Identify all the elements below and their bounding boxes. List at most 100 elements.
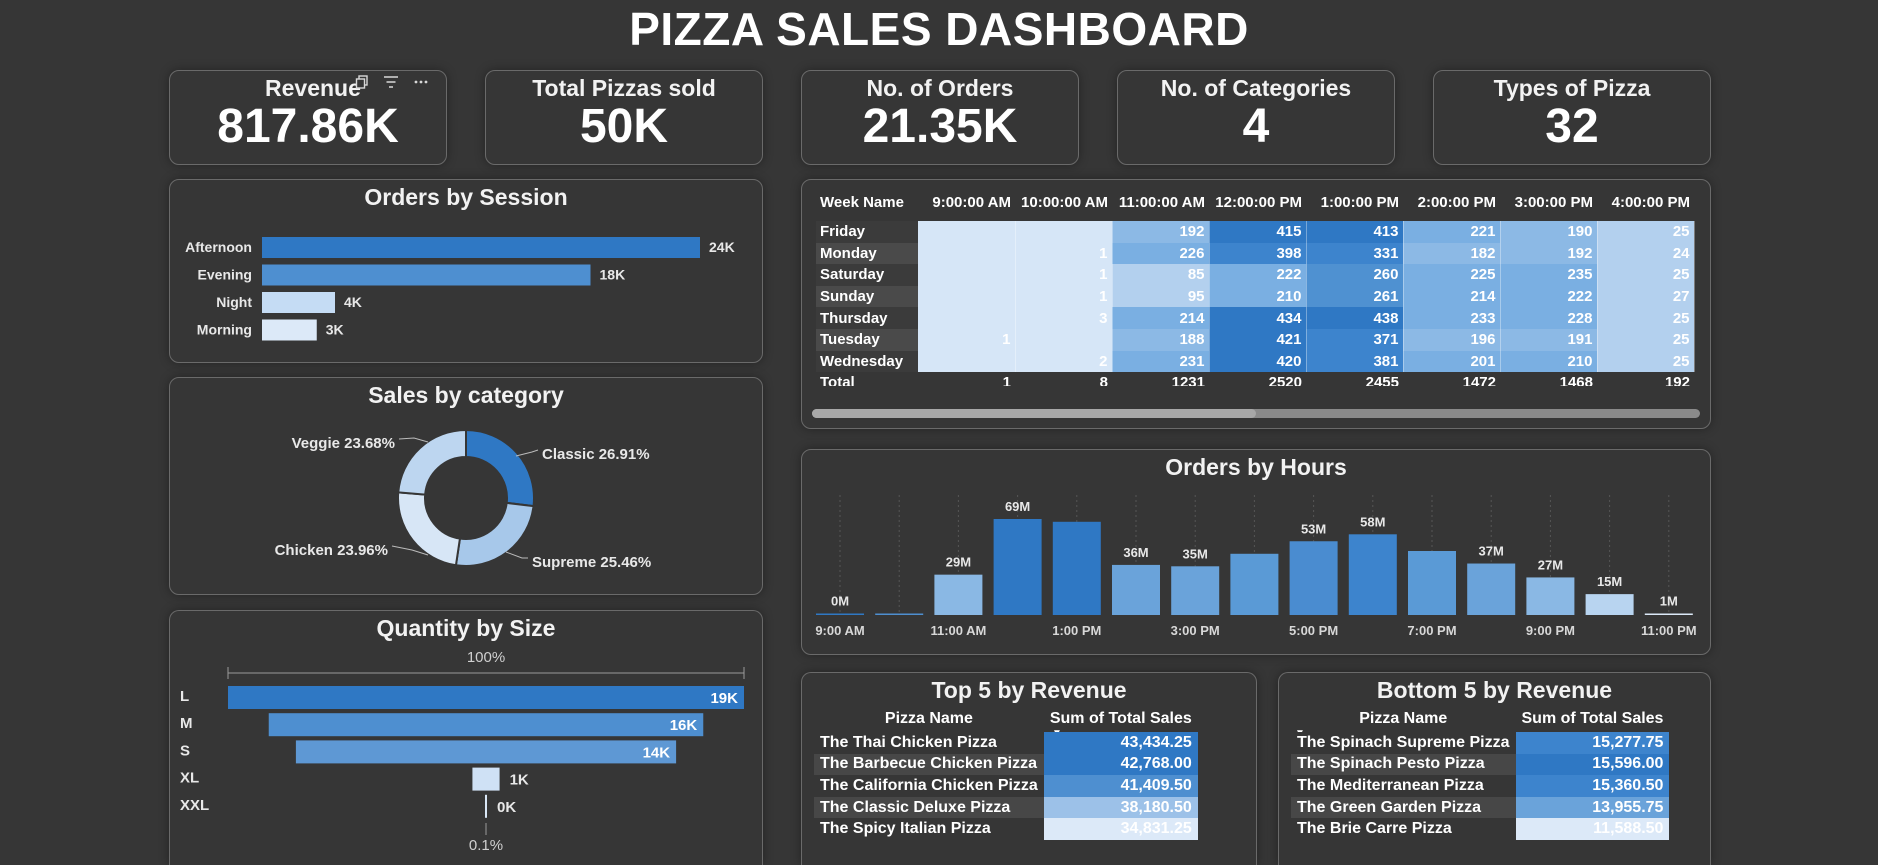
orders-by-hours-card[interactable]: Orders by Hours 0M 9:00 AM 29M 11:00 AM 69M 1… bbox=[801, 449, 1711, 655]
matrix-cell: 85 bbox=[1112, 264, 1210, 286]
matrix-column-header[interactable]: 11:00:00 AM bbox=[1112, 186, 1209, 221]
orders-matrix-card[interactable]: Week Name 9:00:00 AM 10:00:00 AM 11:00:00 A… bbox=[801, 179, 1711, 429]
hour-bar[interactable] bbox=[1112, 564, 1160, 615]
hour-bar[interactable] bbox=[1585, 594, 1634, 615]
table-row[interactable]: The Brie Carre Pizza 11,588.50 bbox=[1291, 818, 1670, 840]
kpi-label: No. of Categories bbox=[1160, 75, 1352, 101]
matrix-column-header[interactable]: 4:00:00 PM bbox=[1597, 186, 1694, 221]
matrix-cell bbox=[918, 221, 1016, 243]
table-row[interactable]: The Spinach Pesto Pizza 15,596.00 bbox=[1291, 753, 1670, 776]
matrix-column-header[interactable]: 9:00:00 AM bbox=[918, 186, 1015, 221]
hour-bar[interactable] bbox=[1644, 613, 1693, 616]
quantity-by-size-card[interactable]: Quantity by Size 100% L 19K M 16K S 14K XL 1K XXL… bbox=[169, 610, 763, 865]
data-label: 69M bbox=[1005, 499, 1030, 514]
matrix-viewport[interactable]: Week Name 9:00:00 AM 10:00:00 AM 11:00:00 A… bbox=[816, 186, 1702, 386]
table-row[interactable]: The California Chicken Pizza 41,409.50 bbox=[814, 775, 1198, 797]
hour-bar[interactable] bbox=[816, 613, 864, 616]
column-header[interactable]: Sum of Total Sales bbox=[1044, 710, 1198, 732]
data-label: 18K bbox=[600, 267, 626, 283]
hour-bar[interactable] bbox=[1289, 541, 1338, 615]
matrix-cell: 222 bbox=[1209, 264, 1307, 286]
session-bar[interactable] bbox=[262, 264, 591, 286]
donut-slice[interactable] bbox=[397, 491, 462, 567]
matrix-total-cell: 1 bbox=[1002, 374, 1011, 386]
more-options-icon[interactable] bbox=[413, 75, 429, 92]
table-row[interactable]: The Mediterranean Pizza 15,360.50 bbox=[1291, 775, 1670, 797]
matrix-cell bbox=[918, 285, 1016, 308]
hour-bar[interactable] bbox=[1526, 577, 1575, 615]
kpi-card-total-pizzas[interactable]: Total Pizzas sold 50K bbox=[485, 70, 763, 165]
hour-bar[interactable] bbox=[1348, 534, 1397, 615]
matrix-row[interactable]: Saturday 1 85 222 260 225 235 25 bbox=[816, 264, 1695, 286]
table-row[interactable]: The Barbecue Chicken Pizza 42,768.00 bbox=[814, 753, 1198, 776]
hour-bar[interactable] bbox=[875, 613, 924, 616]
size-bar[interactable] bbox=[295, 740, 677, 764]
session-bar[interactable] bbox=[262, 319, 317, 341]
hour-bar[interactable] bbox=[1171, 566, 1220, 615]
matrix-row[interactable]: Tuesday 1 188 421 371 196 191 25 bbox=[816, 328, 1695, 351]
matrix-cell: 196 bbox=[1403, 328, 1501, 351]
size-bar[interactable] bbox=[485, 794, 487, 818]
matrix-column-header[interactable]: 2:00:00 PM bbox=[1403, 186, 1500, 221]
donut-slice[interactable] bbox=[465, 428, 535, 508]
table-row[interactable]: The Thai Chicken Pizza 43,434.25 bbox=[814, 732, 1198, 754]
hour-bar[interactable] bbox=[1230, 553, 1279, 615]
donut-slice[interactable] bbox=[454, 501, 535, 567]
kpi-card-orders[interactable]: No. of Orders 21.35K bbox=[801, 70, 1079, 165]
matrix-column-header[interactable]: 1:00:00 PM bbox=[1306, 186, 1403, 221]
kpi-card-revenue[interactable]: Revenue 817.86K bbox=[169, 70, 447, 165]
table-row[interactable]: The Classic Deluxe Pizza 38,180.50 bbox=[814, 796, 1198, 819]
x-tick-label: 5:00 PM bbox=[1289, 623, 1338, 638]
session-bar[interactable] bbox=[262, 292, 335, 313]
data-label: 36M bbox=[1123, 545, 1148, 560]
kpi-label: Total Pizzas sold bbox=[532, 75, 716, 101]
matrix-cell: 261 bbox=[1306, 285, 1404, 308]
size-bar[interactable] bbox=[472, 767, 500, 791]
hour-bar[interactable] bbox=[1408, 551, 1456, 615]
category-label: Evening bbox=[198, 267, 252, 283]
top-percentage-label: 100% bbox=[467, 649, 505, 666]
matrix-column-header[interactable]: 12:00:00 PM bbox=[1209, 186, 1306, 221]
matrix-column-header[interactable]: 3:00:00 PM bbox=[1500, 186, 1597, 221]
column-header[interactable]: Pizza Name bbox=[1291, 710, 1516, 732]
hour-bar[interactable] bbox=[934, 574, 983, 615]
table-row[interactable]: The Spicy Italian Pizza 34,831.25 bbox=[814, 818, 1198, 840]
matrix-row[interactable]: Sunday 1 95 210 261 214 222 27 bbox=[816, 285, 1695, 308]
size-bar[interactable] bbox=[228, 686, 744, 709]
matrix-cell: 191 bbox=[1500, 328, 1598, 351]
matrix-cell: 25 bbox=[1597, 350, 1695, 373]
size-bar[interactable] bbox=[268, 713, 704, 737]
matrix-row[interactable]: Friday 192 415 413 221 190 25 bbox=[816, 221, 1695, 243]
hour-bar[interactable] bbox=[1467, 563, 1516, 615]
orders-by-session-card[interactable]: Orders by Session Afternoon 24K Evening 18K… bbox=[169, 179, 763, 363]
bottom5-revenue-card[interactable]: Bottom 5 by Revenue ▼ Pizza Name Sum of … bbox=[1278, 672, 1711, 865]
matrix-row[interactable]: Thursday 3 214 434 438 233 228 25 bbox=[816, 307, 1695, 329]
matrix-column-header[interactable]: 10:00:00 AM bbox=[1015, 186, 1112, 221]
top5-revenue-card[interactable]: Top 5 by Revenue ▼ Pizza Name Sum of Tot… bbox=[801, 672, 1257, 865]
table-row[interactable]: The Green Garden Pizza 13,955.75 bbox=[1291, 796, 1670, 819]
donut-slice[interactable] bbox=[397, 428, 467, 496]
hour-bar[interactable] bbox=[993, 519, 1042, 615]
kpi-card-categories[interactable]: No. of Categories 4 bbox=[1117, 70, 1395, 165]
matrix-cell: 27 bbox=[1597, 285, 1695, 308]
category-label: Morning bbox=[197, 322, 252, 338]
session-bar[interactable] bbox=[262, 237, 700, 258]
hour-bar[interactable] bbox=[1052, 521, 1101, 615]
filter-icon[interactable] bbox=[383, 75, 399, 92]
total-sales-cell: 34,831.25 bbox=[1043, 818, 1198, 840]
sales-by-category-card[interactable]: Sales by category Classic 26.91% Supreme … bbox=[169, 377, 763, 595]
matrix-total-cell: 192 bbox=[1664, 374, 1690, 386]
column-header[interactable]: Sum of Total Sales bbox=[1516, 710, 1670, 732]
matrix-row-header[interactable]: Week Name bbox=[816, 186, 918, 221]
matrix-cell: 1 bbox=[918, 328, 1016, 351]
scrollbar-thumb[interactable] bbox=[812, 409, 1256, 418]
horizontal-scrollbar[interactable] bbox=[812, 409, 1700, 418]
matrix-row[interactable]: Monday 1 226 398 331 182 192 24 bbox=[816, 242, 1695, 265]
matrix-row[interactable]: Wednesday 2 231 420 381 201 210 25 bbox=[816, 350, 1695, 373]
bottom5-table: Pizza Name Sum of Total Sales The Spinac… bbox=[1291, 710, 1670, 840]
copy-icon[interactable] bbox=[355, 75, 369, 92]
matrix-cell: 214 bbox=[1403, 285, 1501, 308]
table-row[interactable]: The Spinach Supreme Pizza 15,277.75 bbox=[1291, 732, 1670, 754]
column-header[interactable]: Pizza Name bbox=[814, 710, 1044, 732]
kpi-card-types[interactable]: Types of Pizza 32 bbox=[1433, 70, 1711, 165]
